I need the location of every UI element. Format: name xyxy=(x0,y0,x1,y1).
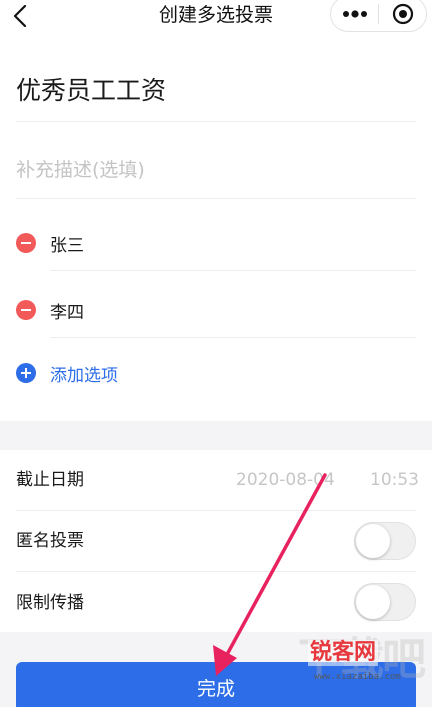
deadline-date[interactable]: 2020-08-04 xyxy=(236,468,335,492)
anonymous-label: 匿名投票 xyxy=(16,531,84,551)
add-option-button[interactable]: 添加选项 xyxy=(16,358,118,388)
divider xyxy=(16,510,416,511)
close-icon xyxy=(392,3,413,25)
anonymous-toggle[interactable] xyxy=(354,522,416,560)
deadline-time[interactable]: 10:53 xyxy=(370,468,419,492)
restrict-label: 限制传播 xyxy=(16,593,84,613)
nav-bar: 创建多选投票 xyxy=(0,0,432,32)
option-item: 李四 xyxy=(16,295,84,325)
done-label: 完成 xyxy=(196,677,235,700)
watermark-brand: 锐客网 xyxy=(308,640,379,666)
watermark: 下载吧 锐客网 www.xiazaiba.com xyxy=(298,630,428,707)
close-button[interactable] xyxy=(379,0,426,31)
vote-title-input[interactable]: 优秀员工工资 xyxy=(16,74,166,108)
divider xyxy=(50,270,416,271)
option-label[interactable]: 李四 xyxy=(50,298,84,323)
option-item: 张三 xyxy=(16,228,84,258)
toggle-knob xyxy=(356,524,390,558)
section-separator xyxy=(0,421,432,450)
add-option-icon xyxy=(16,363,36,383)
restrict-toggle[interactable] xyxy=(354,583,416,621)
remove-option-icon[interactable] xyxy=(16,233,36,253)
divider xyxy=(16,571,416,572)
watermark-url: www.xiazaiba.com xyxy=(314,672,401,682)
description-input[interactable]: 补充描述(选填) xyxy=(16,156,145,184)
option-label[interactable]: 张三 xyxy=(50,231,84,256)
add-option-label: 添加选项 xyxy=(50,365,118,386)
divider xyxy=(16,198,416,199)
mini-program-capsule xyxy=(330,0,427,32)
toggle-knob xyxy=(356,585,390,619)
divider xyxy=(50,337,416,338)
divider xyxy=(16,121,416,122)
deadline-label: 截止日期 xyxy=(16,470,84,490)
more-icon xyxy=(342,10,367,18)
more-button[interactable] xyxy=(331,0,378,31)
remove-option-icon[interactable] xyxy=(16,300,36,320)
